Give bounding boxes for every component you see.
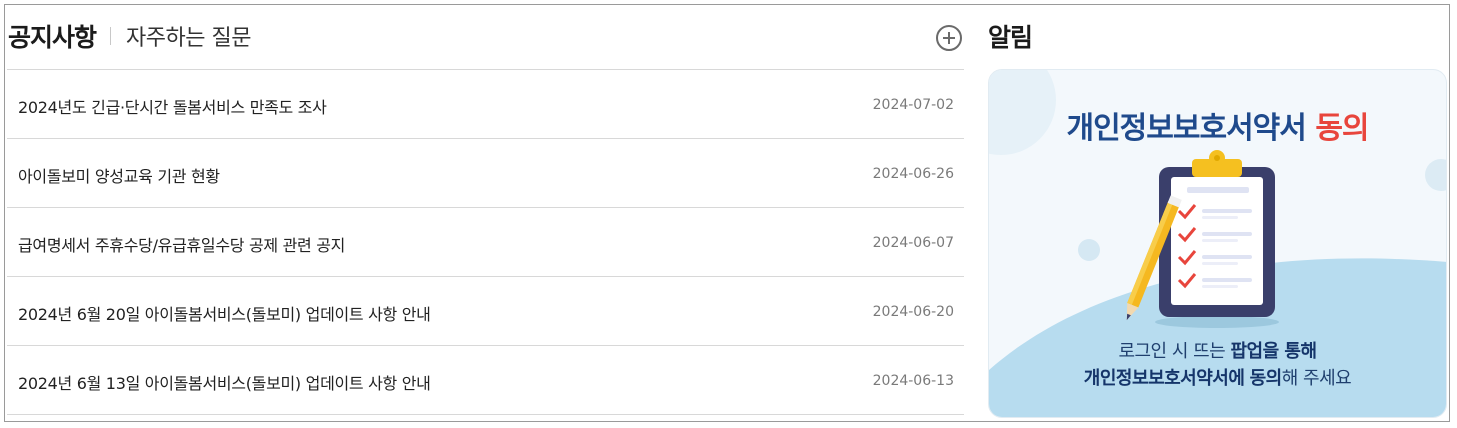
banner-line-1: 로그인 시 뜨는 팝업을 통해	[989, 338, 1446, 365]
notice-row[interactable]: 2024년도 긴급·단시간 돌봄서비스 만족도 조사 2024-07-02	[7, 70, 964, 139]
notice-title[interactable]: 2024년 6월 13일 아이돌봄서비스(돌보미) 업데이트 사항 안내	[18, 370, 431, 394]
tab-faq[interactable]: 자주하는 질문	[126, 20, 251, 52]
banner-line2-bold2: 동의	[1249, 368, 1283, 389]
alarm-title: 알림	[988, 23, 1033, 52]
notice-date: 2024-07-02	[872, 97, 954, 113]
notice-row[interactable]: 2024년 6월 20일 아이돌봄서비스(돌보미) 업데이트 사항 안내 202…	[7, 277, 964, 346]
notice-row[interactable]: 급여명세서 주휴수당/유급휴일수당 공제 관련 공지 2024-06-07	[7, 208, 964, 277]
plus-circle-icon	[943, 32, 955, 44]
banner-line1-pre: 로그인 시 뜨는	[1118, 341, 1226, 362]
notice-list: 2024년도 긴급·단시간 돌봄서비스 만족도 조사 2024-07-02 아이…	[7, 69, 964, 415]
notice-date: 2024-06-13	[872, 373, 954, 389]
notice-panel: 공지사항 자주하는 질문 2024년도 긴급·단시간 돌봄서비스 만족도 조사 …	[7, 0, 964, 428]
banner-line2-post: 해 주세요	[1281, 368, 1352, 389]
banner-subtext: 로그인 시 뜨는 팝업을 통해 개인정보보호서약서에 동의해 주세요	[989, 338, 1446, 392]
alarm-panel: 알림 개인정보보호서약서 동의 로그인 시 뜨는 팝업을 통해 개인정보보호서약…	[988, 0, 1448, 428]
notice-date: 2024-06-20	[872, 304, 954, 320]
more-button[interactable]	[936, 25, 962, 51]
notice-title[interactable]: 2024년도 긴급·단시간 돌봄서비스 만족도 조사	[18, 94, 327, 118]
banner-line1-bold: 팝업을 통해	[1230, 341, 1317, 362]
clipboard-checklist-icon	[1159, 150, 1275, 317]
privacy-consent-banner[interactable]: 개인정보보호서약서 동의 로그인 시 뜨는 팝업을 통해 개인정보보호서약서에 …	[988, 69, 1447, 418]
notice-row[interactable]: 아이돌보미 양성교육 기관 현황 2024-06-26	[7, 139, 964, 208]
notice-date: 2024-06-26	[872, 166, 954, 182]
banner-heading-main: 개인정보보호서약서	[1066, 111, 1306, 146]
banner-line-2: 개인정보보호서약서에 동의해 주세요	[989, 365, 1446, 392]
notice-row[interactable]: 2024년 6월 13일 아이돌봄서비스(돌보미) 업데이트 사항 안내 202…	[7, 346, 964, 415]
notice-date: 2024-06-07	[872, 235, 954, 251]
notice-title[interactable]: 아이돌보미 양성교육 기관 현황	[18, 163, 220, 187]
tab-divider	[110, 27, 112, 45]
banner-heading-accent: 동의	[1315, 111, 1369, 146]
notice-title[interactable]: 2024년 6월 20일 아이돌봄서비스(돌보미) 업데이트 사항 안내	[18, 301, 431, 325]
notice-tabs: 공지사항 자주하는 질문	[8, 18, 251, 54]
banner-line2-bold1: 개인정보보호서약서에	[1083, 368, 1245, 389]
banner-heading: 개인정보보호서약서 동의	[989, 103, 1446, 147]
notice-title[interactable]: 급여명세서 주휴수당/유급휴일수당 공제 관련 공지	[18, 232, 345, 256]
tab-notice[interactable]: 공지사항	[8, 18, 97, 54]
